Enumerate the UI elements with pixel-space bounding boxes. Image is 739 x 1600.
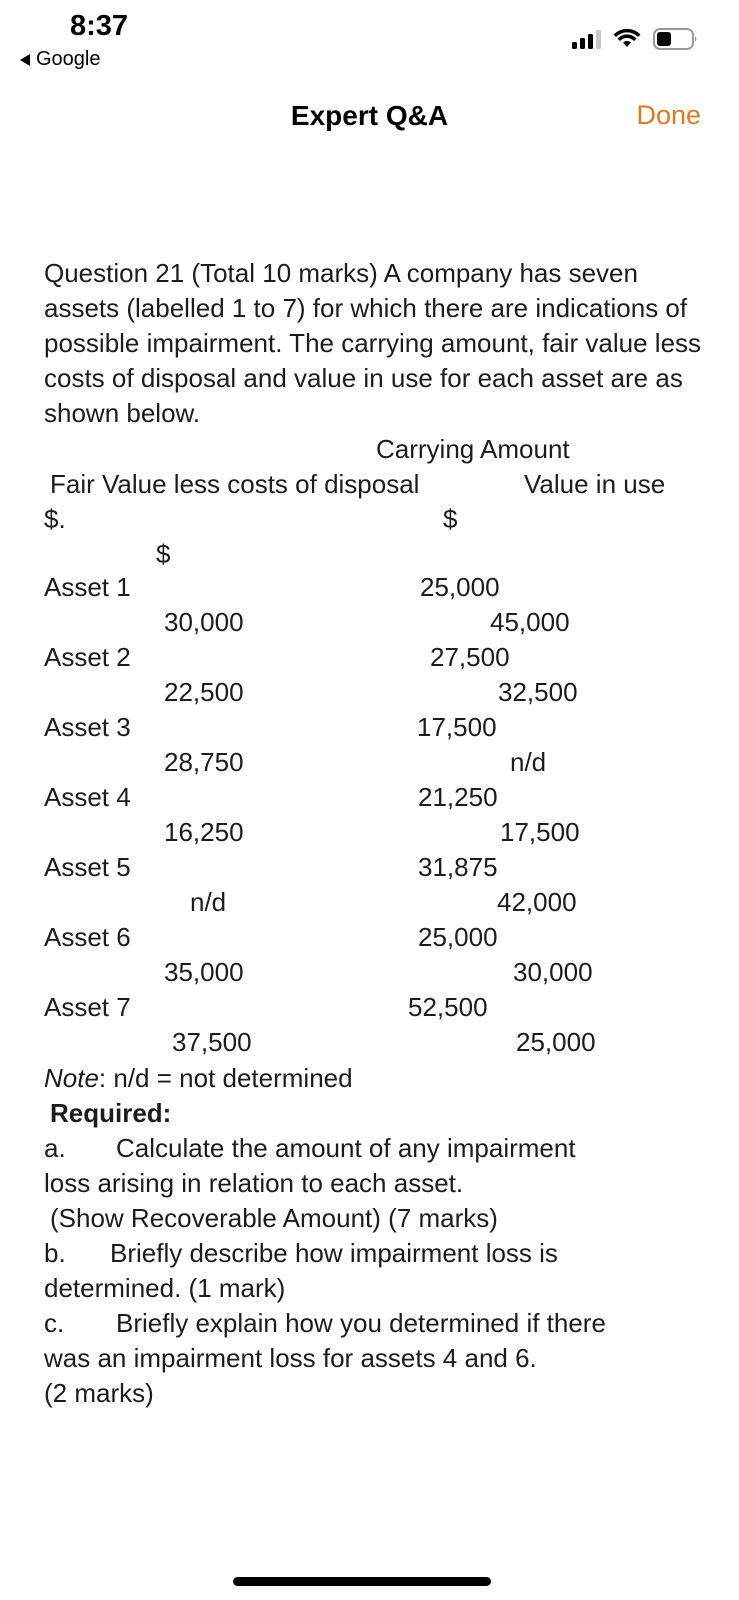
header-value-in-use: Value in use [524, 469, 666, 499]
requirement-letter: b. [44, 1238, 66, 1268]
header-fair-value: Fair Value less costs of disposal [50, 469, 420, 499]
fair-value: 30,000 [164, 607, 244, 637]
value-in-use: 17,500 [500, 817, 580, 847]
asset-label: Asset 1 [44, 572, 131, 602]
requirement-text: Briefly describe how impairment loss is [110, 1238, 558, 1268]
value-in-use: 25,000 [516, 1027, 596, 1057]
asset-label: Asset 6 [44, 922, 131, 952]
carrying-amount: 25,000 [418, 922, 498, 952]
carrying-amount: 25,000 [420, 572, 500, 602]
fair-value: 16,250 [164, 817, 244, 847]
value-in-use: 45,000 [490, 607, 570, 637]
value-in-use: 30,000 [513, 957, 593, 987]
requirement-text: loss arising in relation to each asset. [44, 1168, 464, 1198]
note-text: : n/d = not determined [98, 1063, 353, 1093]
requirement-letter: a. [44, 1133, 66, 1163]
header-carrying-amount: Carrying Amount [376, 434, 570, 464]
fair-value: 22,500 [164, 677, 244, 707]
fair-value: n/d [190, 887, 227, 917]
requirement-text: (Show Recoverable Amount) (7 marks) [50, 1203, 498, 1233]
carrying-amount: 27,500 [430, 642, 510, 672]
carrying-amount: 52,500 [408, 992, 488, 1022]
question-intro: Question 21 (Total 10 marks) A company h… [44, 256, 704, 431]
requirement-text: Calculate the amount of any impairment [116, 1133, 576, 1163]
value-in-use: 42,000 [497, 887, 577, 917]
status-icons [572, 28, 699, 50]
value-in-use: 32,500 [498, 677, 578, 707]
currency-label: $ [156, 539, 171, 569]
asset-label: Asset 2 [44, 642, 131, 672]
asset-label: Asset 3 [44, 712, 131, 742]
status-time: 8:37 [70, 10, 129, 42]
required-heading: Required: [50, 1098, 172, 1128]
back-to-app-link[interactable]: Google [20, 48, 101, 71]
requirement-text: Briefly explain how you determined if th… [116, 1308, 606, 1338]
carrying-amount: 31,875 [418, 852, 498, 882]
fair-value: 28,750 [164, 747, 244, 777]
asset-label: Asset 4 [44, 782, 131, 812]
fair-value: 37,500 [172, 1027, 252, 1057]
home-indicator[interactable] [233, 1577, 491, 1586]
currency-label: $. [44, 504, 66, 534]
page-title: Expert Q&A [290, 100, 449, 131]
question-text: Question 21 (Total 10 marks) A company h… [44, 258, 702, 428]
note-line: Note: n/d = not determined [44, 1061, 353, 1096]
requirement-letter: c. [44, 1308, 65, 1338]
requirement-text: determined. (1 mark) [44, 1273, 286, 1303]
value-in-use: n/d [510, 747, 547, 777]
cellular-signal-icon [572, 29, 601, 49]
requirement-text: (2 marks) [44, 1378, 154, 1408]
fair-value: 35,000 [164, 957, 244, 987]
battery-icon [653, 28, 697, 50]
carrying-amount: 21,250 [418, 782, 498, 812]
currency-label: $ [443, 504, 458, 534]
wifi-icon [613, 29, 641, 47]
requirement-text: was an impairment loss for assets 4 and … [44, 1343, 537, 1373]
done-button[interactable]: Done [636, 100, 701, 131]
note-label: Note [44, 1063, 99, 1093]
carrying-amount: 17,500 [417, 712, 497, 742]
asset-label: Asset 5 [44, 852, 131, 882]
back-arrow-icon [20, 53, 30, 66]
back-app-label: Google [36, 48, 101, 70]
asset-label: Asset 7 [44, 992, 131, 1022]
